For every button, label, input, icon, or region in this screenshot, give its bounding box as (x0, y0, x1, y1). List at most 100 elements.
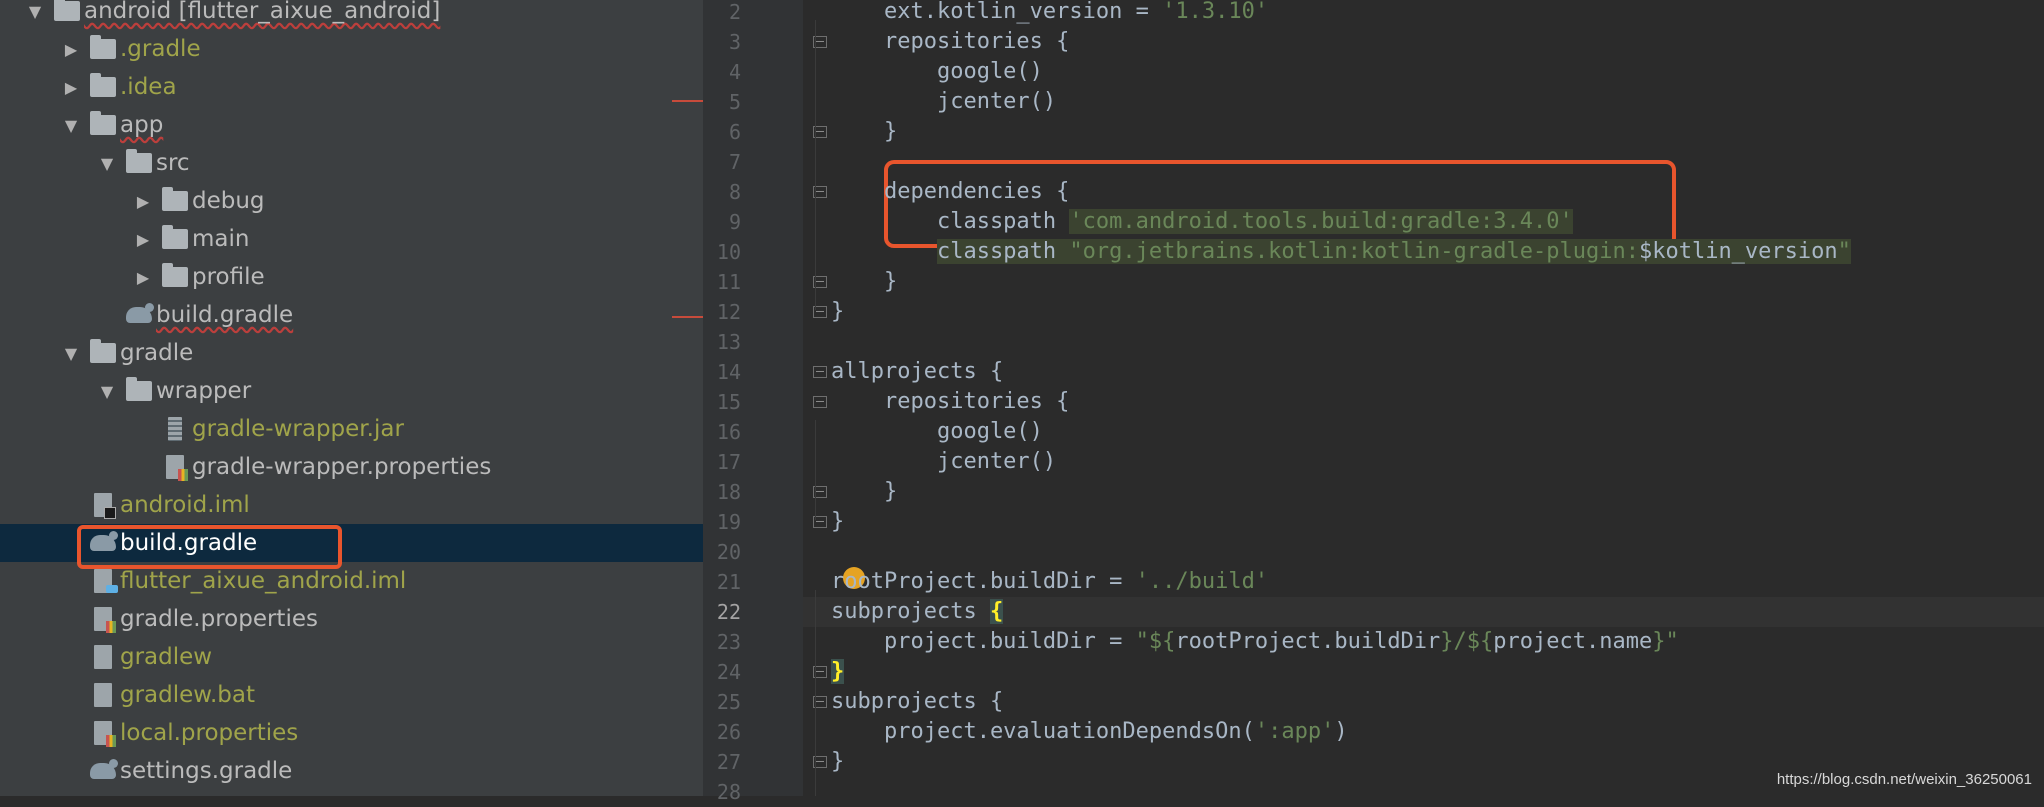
tree-item[interactable]: ▶gradle-wrapper.properties (0, 448, 703, 486)
fold-marker-icon[interactable] (813, 366, 827, 378)
line-number: 16 (716, 420, 741, 444)
line-number: 25 (716, 690, 741, 714)
code-line[interactable]: google() (831, 417, 1043, 447)
expand-arrow-icon[interactable]: ▼ (60, 334, 82, 372)
fold-marker-icon[interactable] (813, 396, 827, 408)
tree-item[interactable]: ▶gradlew.bat (0, 676, 703, 714)
line-number: 8 (728, 180, 741, 204)
tree-item[interactable]: ▶ .idea (0, 68, 703, 106)
code-line[interactable]: google() (831, 57, 1043, 87)
code-line[interactable]: repositories { (831, 27, 1069, 57)
code-line[interactable]: allprojects { (831, 357, 1003, 387)
code-line[interactable]: } (831, 267, 897, 297)
collapse-arrow-icon[interactable]: ▶ (60, 68, 82, 106)
code-token: dependencies { (831, 179, 1070, 204)
folder-icon (52, 0, 82, 30)
collapse-arrow-icon[interactable]: ▶ (132, 258, 154, 296)
code-token: "org.jetbrains.kotlin:kotlin-gradle-plug… (1069, 239, 1639, 264)
code-token: } (831, 269, 898, 294)
expand-arrow-icon[interactable]: ▼ (96, 372, 118, 410)
line-number: 5 (728, 90, 741, 114)
line-number: 7 (728, 150, 741, 174)
tree-item[interactable]: ▶build.gradle (0, 296, 703, 334)
tree-item[interactable]: ▼ src (0, 144, 703, 182)
code-line[interactable]: rootProject.buildDir = '../build' (831, 567, 1268, 597)
tree-item-label: android [flutter_aixue_android] (84, 0, 441, 24)
code-editor[interactable]: 2 3 4 5 6 7 8 9 10 11 12 13 14 15 16 17 18 19 20 21 22 23 24 25… (703, 0, 2044, 804)
code-line[interactable]: } (831, 657, 845, 687)
line-number: 11 (716, 270, 741, 294)
code-token: classpath (831, 209, 1070, 234)
tree-item[interactable]: ▼ wrapper (0, 372, 703, 410)
expand-arrow-icon[interactable]: ▼ (96, 144, 118, 182)
line-number: 14 (716, 360, 741, 384)
tree-item[interactable]: ▶settings.gradle (0, 752, 703, 790)
tree-item[interactable]: ▼ gradle (0, 334, 703, 372)
folder-icon (88, 68, 118, 106)
code-line[interactable]: subprojects { (803, 597, 2044, 627)
collapse-arrow-icon[interactable]: ▶ (132, 220, 154, 258)
folder-icon (160, 220, 190, 258)
code-line[interactable]: project.evaluationDependsOn(':app') (831, 717, 1348, 747)
tree-item-label: app (120, 112, 164, 138)
code-token: "${ (1135, 629, 1176, 654)
code-token: project.name (1493, 629, 1653, 654)
tree-item[interactable]: ▶gradlew (0, 638, 703, 676)
tree-item[interactable]: ▶ main (0, 220, 703, 258)
tree-item[interactable]: ▶ .gradle (0, 30, 703, 68)
collapse-arrow-icon[interactable]: ▶ (60, 30, 82, 68)
code-line[interactable]: } (831, 747, 844, 777)
code-token: } (831, 119, 898, 144)
code-token: }" (1652, 629, 1679, 654)
code-line[interactable]: } (831, 507, 844, 537)
code-token: google() (831, 59, 1043, 84)
collapse-arrow-icon[interactable]: ▶ (132, 182, 154, 220)
code-token: ext.kotlin_version = (831, 0, 1163, 24)
line-number: 23 (716, 630, 741, 654)
expand-arrow-icon[interactable]: ▼ (24, 0, 46, 30)
code-line[interactable]: dependencies { (831, 177, 1069, 207)
tree-item[interactable]: ▶ debug (0, 182, 703, 220)
line-number: 3 (728, 30, 741, 54)
tree-item-label: gradle.properties (120, 606, 318, 632)
code-line[interactable]: } (831, 477, 897, 507)
project-tree-panel: ▼ android [flutter_aixue_android] ▶ .gradle… (0, 0, 703, 796)
code-line[interactable]: ext.kotlin_version = '1.3.10' (831, 0, 1268, 27)
code-line[interactable]: } (831, 297, 844, 327)
code-line[interactable]: jcenter() (831, 87, 1056, 117)
tree-item[interactable]: ▶android.iml (0, 486, 703, 524)
tree-item-label: gradle-wrapper.properties (192, 454, 492, 480)
tree-item[interactable]: ▶ profile (0, 258, 703, 296)
line-number: 27 (716, 750, 741, 774)
build-gradle-highlight-box (77, 525, 342, 569)
watermark: https://blog.csdn.net/weixin_36250061 (1776, 771, 2032, 788)
line-number: 21 (716, 570, 741, 594)
code-token: }/${ (1440, 629, 1494, 654)
code-token: allprojects { (831, 359, 1004, 384)
code-token: } (831, 299, 845, 324)
tree-item-label: gradlew (120, 644, 213, 670)
tree-item[interactable]: ▼ app (0, 106, 703, 144)
tree-item-label: debug (192, 188, 265, 214)
code-token: jcenter() (831, 449, 1057, 474)
folder-icon (124, 372, 154, 410)
line-number: 24 (716, 660, 741, 684)
code-token: repositories { (831, 29, 1070, 54)
code-line[interactable]: } (831, 117, 897, 147)
tree-item[interactable]: ▶gradle-wrapper.jar (0, 410, 703, 448)
code-line[interactable]: subprojects { (831, 687, 1003, 717)
properties-file-icon (160, 448, 190, 486)
tree-item[interactable]: ▶gradle.properties (0, 600, 703, 638)
code-line[interactable]: project.buildDir = "${rootProject.buildD… (831, 627, 1679, 657)
tree-item[interactable]: ▼ android [flutter_aixue_android] (0, 0, 703, 30)
code-line[interactable]: jcenter() (831, 447, 1056, 477)
code-token: } (831, 659, 845, 684)
code-line[interactable]: classpath "org.jetbrains.kotlin:kotlin-g… (831, 237, 1851, 267)
folder-icon (88, 30, 118, 68)
tree-item[interactable]: ▶local.properties (0, 714, 703, 752)
code-line[interactable]: repositories { (831, 387, 1069, 417)
code-line[interactable]: classpath 'com.android.tools.build:gradl… (831, 207, 1573, 237)
code-token: '1.3.10' (1162, 0, 1269, 24)
code-token: project.buildDir = (831, 629, 1136, 654)
expand-arrow-icon[interactable]: ▼ (60, 106, 82, 144)
